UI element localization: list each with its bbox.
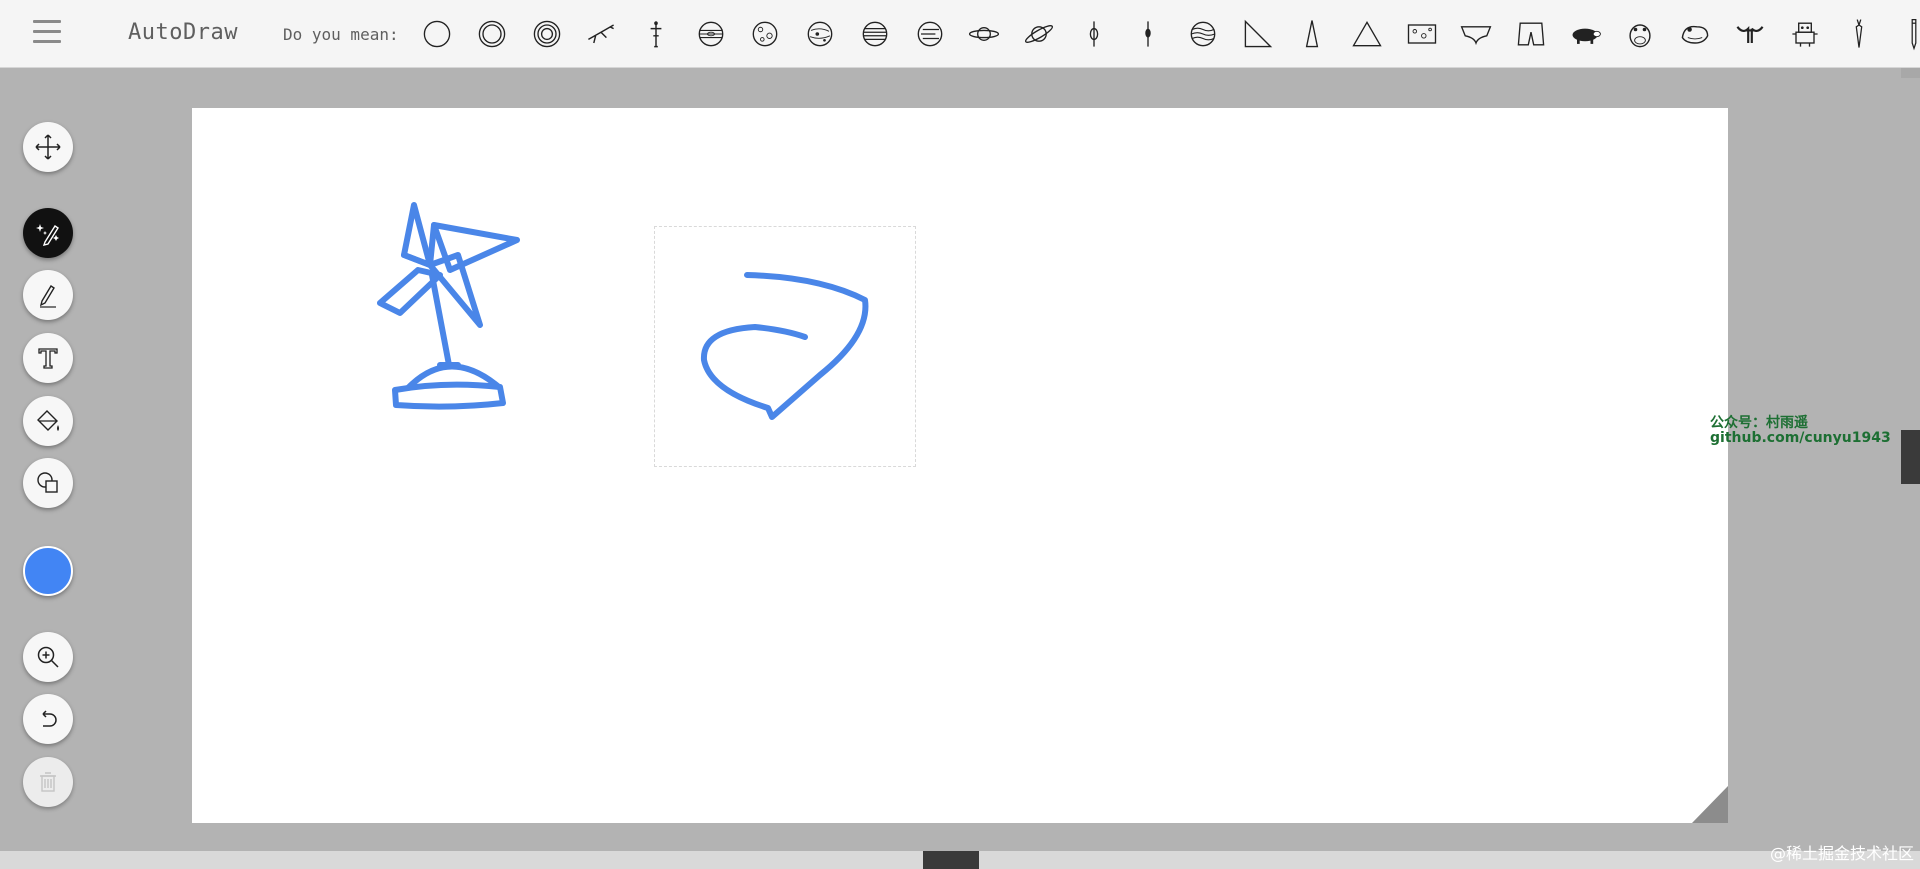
move-tool-button[interactable]: [23, 122, 73, 172]
saturn-tilted-icon[interactable]: [1012, 12, 1067, 56]
saturn-icon[interactable]: [957, 12, 1012, 56]
hippo-icon[interactable]: [1613, 12, 1668, 56]
draw-tool-button[interactable]: [23, 270, 73, 320]
carrot-icon[interactable]: [1832, 12, 1887, 56]
move-arrows-icon: [35, 134, 61, 160]
watermark-line-2: github.com/cunyu1943: [1710, 430, 1891, 446]
shape-tool-button[interactable]: [23, 458, 73, 508]
top-bar: AutoDraw Do you mean:: [0, 0, 1920, 68]
pinwheel-drawing[interactable]: [370, 195, 530, 415]
suggestion-strip: [410, 12, 1920, 56]
pencil-icon: [39, 285, 56, 308]
double-circle-icon[interactable]: [465, 12, 520, 56]
frog-icon[interactable]: [1668, 12, 1723, 56]
watermark-line-1: 公众号：村雨遥: [1710, 415, 1808, 431]
watermark-bottom: @稀土掘金技术社区: [1769, 844, 1914, 863]
resize-handle[interactable]: [1692, 786, 1728, 823]
triangle-icon[interactable]: [1340, 12, 1395, 56]
suggestions-label: Do you mean:: [283, 25, 399, 44]
paint-bucket-icon: [37, 410, 59, 431]
autodraw-tool-button[interactable]: [23, 208, 73, 258]
curve-drawing[interactable]: [690, 265, 890, 425]
right-triangle-icon[interactable]: [1230, 12, 1285, 56]
type-tool-button[interactable]: [23, 333, 73, 383]
pin-icon[interactable]: [1066, 12, 1121, 56]
flying-figure-icon[interactable]: [574, 12, 629, 56]
thin-triangle-icon[interactable]: [1285, 12, 1340, 56]
tribal-figure-icon[interactable]: [1723, 12, 1778, 56]
triple-circle-icon[interactable]: [519, 12, 574, 56]
planet-wavy-icon[interactable]: [1176, 12, 1231, 56]
horizontal-scrollbar-thumb[interactable]: [923, 851, 979, 869]
pencil-icon[interactable]: [1887, 12, 1920, 56]
autodraw-sparkle-pencil-icon: [36, 224, 59, 246]
circle-icon[interactable]: [410, 12, 465, 56]
figure-icon[interactable]: [629, 12, 684, 56]
moon-icon[interactable]: [738, 12, 793, 56]
zoom-button[interactable]: [23, 632, 73, 682]
planet-ring-lines-icon[interactable]: [902, 12, 957, 56]
pin-thin-icon[interactable]: [1121, 12, 1176, 56]
text-t-icon: [38, 348, 58, 369]
cheese-icon[interactable]: [1394, 12, 1449, 56]
robot-icon[interactable]: [1777, 12, 1832, 56]
fill-tool-button[interactable]: [23, 396, 73, 446]
zoom-in-icon: [37, 646, 59, 668]
planet-striped-icon[interactable]: [848, 12, 903, 56]
hamburger-menu-icon[interactable]: [33, 20, 61, 46]
planet-spotted-icon[interactable]: [793, 12, 848, 56]
shorts-icon[interactable]: [1504, 12, 1559, 56]
color-picker-button[interactable]: [23, 546, 73, 596]
undo-button[interactable]: [23, 694, 73, 744]
trash-icon: [40, 772, 56, 792]
vertical-scrollbar-track[interactable]: [1901, 68, 1920, 78]
pig-icon[interactable]: [1558, 12, 1613, 56]
underwear-icon[interactable]: [1449, 12, 1504, 56]
shapes-icon: [37, 472, 58, 493]
app-title: AutoDraw: [128, 20, 238, 45]
vertical-scrollbar-thumb[interactable]: [1901, 430, 1920, 484]
delete-button[interactable]: [23, 757, 73, 807]
planet-banded-icon[interactable]: [683, 12, 738, 56]
undo-icon: [42, 710, 57, 727]
